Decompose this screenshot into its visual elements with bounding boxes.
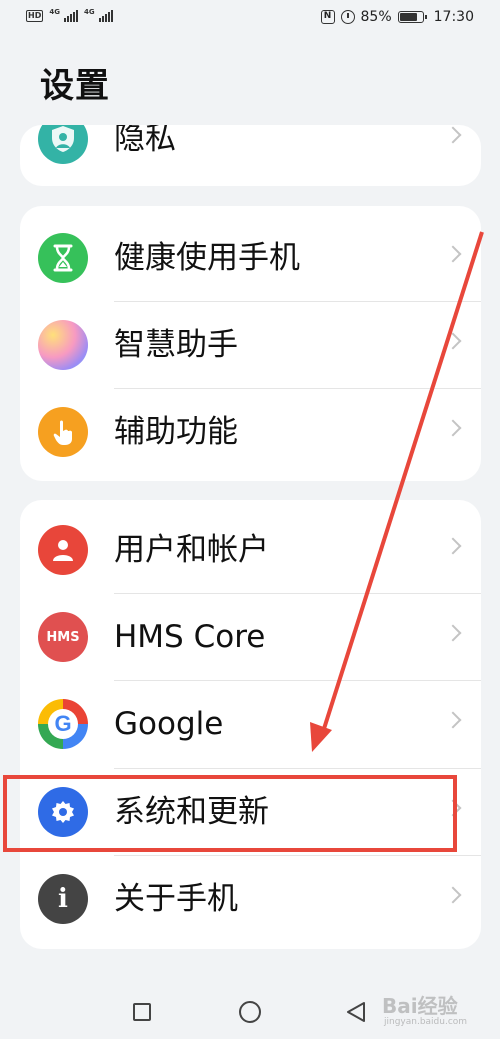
settings-item-label: Google bbox=[114, 706, 224, 742]
settings-item-about-phone[interactable]: i 关于手机 bbox=[20, 855, 481, 943]
settings-group-3: 用户和帐户 HMS HMS Core G Google 系统和更新 i 关于手机 bbox=[20, 500, 481, 949]
network-type-1: 4G bbox=[49, 8, 60, 16]
chevron-right-icon bbox=[444, 711, 462, 729]
settings-item-label: 用户和帐户 bbox=[114, 532, 269, 568]
battery-percent: 85% bbox=[360, 9, 392, 25]
network-type-2: 4G bbox=[83, 8, 95, 16]
chevron-right-icon bbox=[444, 419, 462, 437]
google-icon: G bbox=[38, 699, 88, 749]
chevron-right-icon bbox=[444, 624, 462, 642]
status-right: N 85% 17:30 bbox=[320, 9, 474, 25]
settings-item-accessibility[interactable]: 辅助功能 bbox=[20, 388, 481, 476]
settings-item-privacy[interactable]: 隐私 bbox=[20, 125, 481, 183]
settings-item-label: 关于手机 bbox=[114, 881, 238, 917]
settings-item-label: 健康使用手机 bbox=[114, 240, 300, 276]
recents-button[interactable] bbox=[133, 1003, 151, 1021]
settings-item-label: HMS Core bbox=[114, 619, 266, 655]
back-button[interactable] bbox=[345, 1001, 367, 1023]
chevron-right-icon bbox=[444, 245, 462, 263]
privacy-icon bbox=[38, 125, 88, 164]
hms-icon: HMS bbox=[38, 612, 88, 662]
alarm-icon bbox=[340, 10, 355, 24]
settings-item-google[interactable]: G Google bbox=[20, 680, 481, 768]
settings-item-hms-core[interactable]: HMS HMS Core bbox=[20, 593, 481, 681]
status-left: HD 4G 4G bbox=[26, 8, 113, 22]
hand-icon bbox=[38, 407, 88, 457]
chevron-right-icon bbox=[444, 126, 462, 144]
nfc-icon: N bbox=[320, 10, 335, 24]
chevron-right-icon bbox=[444, 537, 462, 555]
google-icon-center: G bbox=[48, 709, 78, 739]
battery-fill bbox=[399, 13, 417, 21]
settings-item-users-accounts[interactable]: 用户和帐户 bbox=[20, 506, 481, 594]
page-title: 设置 bbox=[40, 66, 110, 106]
settings-group-1: 隐私 bbox=[20, 125, 481, 186]
settings-item-label: 智慧助手 bbox=[114, 327, 238, 363]
home-button[interactable] bbox=[239, 1001, 261, 1023]
status-bar: HD 4G 4G N 85% 17:30 bbox=[0, 0, 500, 38]
chevron-right-icon bbox=[444, 332, 462, 350]
clock: 17:30 bbox=[433, 9, 474, 25]
signal-icon bbox=[98, 10, 113, 22]
watermark-url: jingyan.baidu.com bbox=[384, 1017, 468, 1027]
settings-item-digital-balance[interactable]: 健康使用手机 bbox=[20, 214, 481, 302]
settings-group-2: 健康使用手机 智慧助手 辅助功能 bbox=[20, 206, 481, 481]
user-icon bbox=[38, 525, 88, 575]
settings-item-smart-assistant[interactable]: 智慧助手 bbox=[20, 301, 481, 389]
assistant-orb-icon bbox=[38, 320, 88, 370]
hourglass-icon bbox=[38, 233, 88, 283]
hms-icon-text: HMS bbox=[46, 629, 80, 645]
chevron-right-icon bbox=[444, 886, 462, 904]
settings-item-label: 隐私 bbox=[114, 125, 176, 157]
info-icon: i bbox=[38, 874, 88, 924]
battery-icon bbox=[397, 11, 427, 23]
watermark-logo: Bai经验 bbox=[382, 994, 458, 1018]
settings-item-label: 辅助功能 bbox=[114, 414, 238, 450]
annotation-highlight-box bbox=[3, 775, 457, 852]
info-glyph: i bbox=[58, 884, 68, 914]
hd-icon: HD bbox=[26, 10, 44, 22]
signal-icon bbox=[63, 10, 78, 22]
